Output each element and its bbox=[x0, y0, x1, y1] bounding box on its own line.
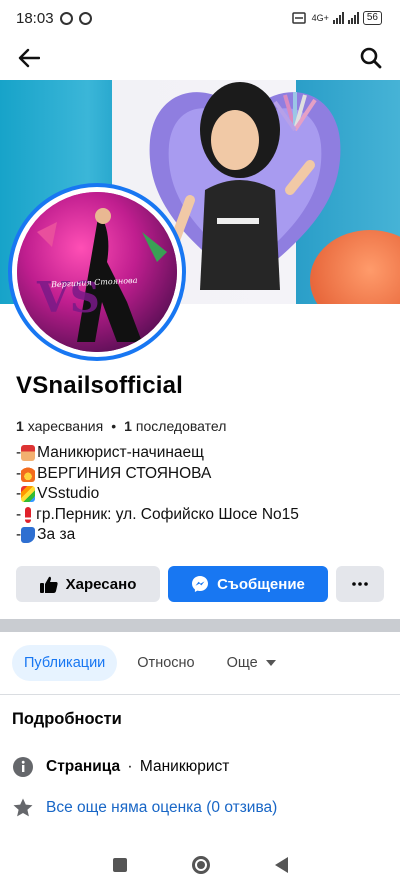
tab-about[interactable]: Относно bbox=[125, 645, 206, 681]
details-title: Подробности bbox=[12, 710, 122, 728]
tab-more[interactable]: Още bbox=[215, 645, 288, 681]
category-label: Страница bbox=[46, 758, 121, 775]
top-nav bbox=[0, 36, 400, 80]
bio-line: - ВЕРГИНИЯ СТОЯНОВА bbox=[16, 464, 299, 485]
rainbow-icon bbox=[21, 486, 36, 503]
stats-separator: • bbox=[111, 418, 117, 434]
battery-icon: 56 bbox=[362, 11, 382, 25]
system-nav-bar bbox=[0, 840, 400, 889]
liked-button[interactable]: Харесано bbox=[16, 566, 160, 602]
phone-icon bbox=[21, 527, 36, 544]
bio-text: За за bbox=[37, 526, 76, 543]
page-stats: 1 харесвания • 1 последовател bbox=[16, 418, 226, 434]
bio-line: - Маникюрист-начинаещ bbox=[16, 443, 299, 464]
detail-category: Страница · Маникюрист bbox=[12, 756, 229, 778]
bio-dash: - bbox=[16, 505, 22, 523]
profile-picture[interactable]: VS Вергиния Стоянова bbox=[8, 183, 186, 361]
section-divider bbox=[0, 619, 400, 632]
page-bio: - Маникюрист-начинаещ - ВЕРГИНИЯ СТОЯНОВ… bbox=[16, 443, 299, 546]
star-icon bbox=[12, 797, 34, 819]
notification-icon bbox=[59, 11, 73, 25]
followers-count: 1 bbox=[124, 418, 132, 434]
thumbs-up-icon bbox=[39, 576, 58, 593]
info-icon bbox=[12, 756, 34, 778]
viber-icon bbox=[78, 11, 92, 25]
more-button[interactable] bbox=[336, 566, 384, 602]
status-right: 4G+ 56 bbox=[291, 11, 382, 25]
signal-icon-2 bbox=[347, 12, 359, 24]
mute-icon bbox=[291, 12, 306, 24]
signal-icon bbox=[332, 12, 344, 24]
tab-posts[interactable]: Публикации bbox=[12, 645, 118, 681]
bio-line: - За за bbox=[16, 525, 299, 546]
search-icon bbox=[360, 47, 382, 69]
arrow-left-icon bbox=[18, 48, 40, 68]
exclamation-icon bbox=[25, 506, 32, 523]
home-icon[interactable] bbox=[191, 855, 210, 874]
category-value: Маникюрист bbox=[139, 758, 230, 775]
detail-rating: Все още няма оценка (0 отзива) bbox=[12, 797, 277, 819]
message-button[interactable]: Съобщение bbox=[168, 566, 328, 602]
category-separator: · bbox=[127, 758, 133, 775]
bio-text: VSstudio bbox=[37, 485, 100, 502]
likes-label: харесвания bbox=[27, 418, 104, 434]
status-time: 18:03 bbox=[16, 9, 54, 27]
bio-line: - гр.Перник: ул. Софийско Шосе No15 bbox=[16, 505, 299, 526]
tab-more-label: Още bbox=[226, 655, 258, 671]
tabs-divider bbox=[0, 694, 400, 695]
back-triangle-icon[interactable] bbox=[274, 856, 288, 873]
followers-label: последовател bbox=[135, 418, 227, 434]
bio-text: гр.Перник: ул. Софийско Шосе No15 bbox=[36, 505, 299, 523]
liked-label: Харесано bbox=[65, 575, 137, 593]
action-buttons: Харесано Съобщение bbox=[16, 566, 384, 602]
likes-count: 1 bbox=[16, 418, 24, 434]
page-title: VSnailsofficial bbox=[16, 372, 184, 399]
network-type: 4G+ bbox=[311, 13, 329, 23]
more-dots-icon bbox=[352, 582, 368, 586]
bio-text: Маникюрист-начинаещ bbox=[37, 444, 204, 461]
recent-apps-icon[interactable] bbox=[112, 857, 127, 872]
fire-icon bbox=[21, 465, 36, 482]
status-bar: 18:03 4G+ 56 bbox=[0, 0, 400, 36]
rating-link[interactable]: Все още няма оценка (0 отзива) bbox=[46, 799, 277, 817]
avatar-artwork: VS bbox=[17, 192, 177, 352]
message-label: Съобщение bbox=[217, 575, 305, 593]
search-button[interactable] bbox=[356, 43, 386, 73]
messenger-icon bbox=[192, 576, 209, 592]
avatar: VS Вергиния Стоянова bbox=[17, 192, 177, 352]
profile-tabs: Публикации Относно Още bbox=[12, 645, 288, 681]
nail-polish-icon bbox=[21, 445, 36, 462]
back-button[interactable] bbox=[14, 43, 44, 73]
caret-down-icon bbox=[265, 660, 276, 666]
bio-line: - VSstudio bbox=[16, 484, 299, 505]
status-left: 18:03 bbox=[16, 10, 92, 27]
bio-text: ВЕРГИНИЯ СТОЯНОВА bbox=[37, 464, 212, 482]
